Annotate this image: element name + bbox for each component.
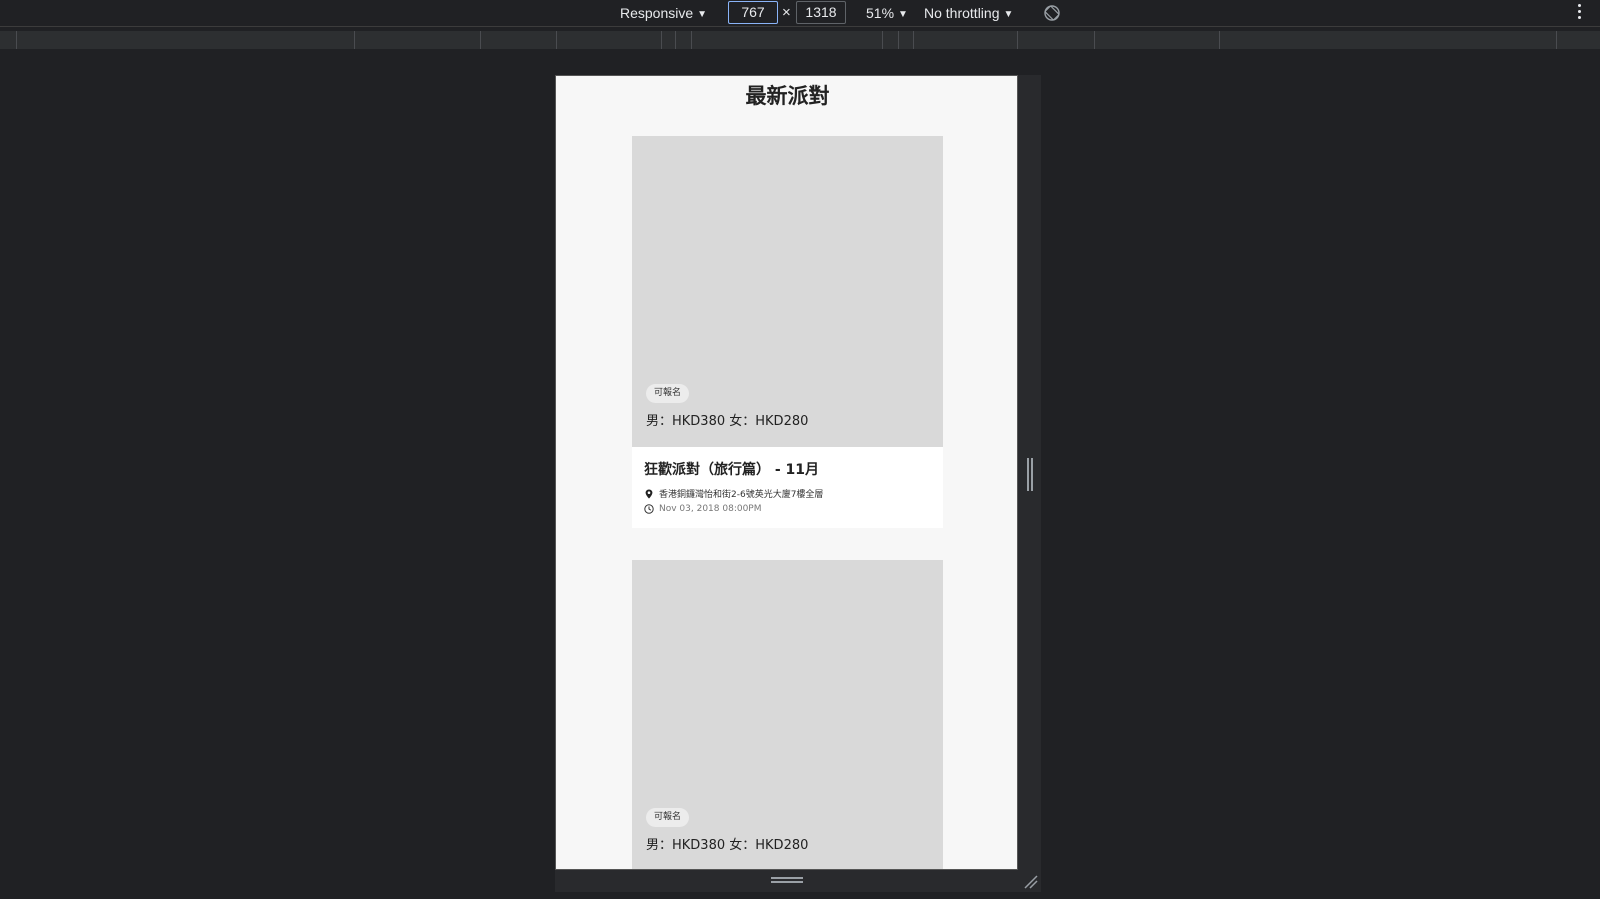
card-image-placeholder: 可報名 男：HKD380 女：HKD280	[632, 136, 943, 447]
price-text: 男：HKD380 女：HKD280	[646, 838, 809, 853]
clock-icon	[644, 503, 654, 514]
address-row: 香港銅鑼灣怡和街2-6號英光大廈7樓全層	[644, 486, 931, 501]
height-input[interactable]: 1318	[796, 1, 846, 24]
party-card[interactable]: 可報名 男：HKD380 女：HKD280	[632, 560, 943, 869]
throttling-dropdown[interactable]: No throttling ▼	[924, 3, 1013, 24]
page-title: 最新派對	[745, 84, 830, 108]
card-image-placeholder: 可報名 男：HKD380 女：HKD280	[632, 560, 943, 869]
chevron-down-icon: ▼	[697, 9, 708, 20]
status-badge: 可報名	[646, 384, 690, 403]
datetime-row: Nov 03, 2018 08:00PM	[644, 501, 931, 516]
zoom-dropdown[interactable]: 51% ▼	[866, 3, 908, 24]
more-options-icon[interactable]	[1578, 4, 1582, 22]
bottom-resize-handle[interactable]	[771, 877, 803, 883]
datetime-text: Nov 03, 2018 08:00PM	[659, 503, 762, 514]
event-title[interactable]: 狂歡派對（旅行篇） - 11月	[644, 459, 931, 479]
corner-resize-icon[interactable]	[1023, 874, 1039, 890]
status-badge: 可報名	[646, 808, 690, 827]
address-text: 香港銅鑼灣怡和街2-6號英光大廈7樓全層	[659, 490, 824, 500]
device-mode-label: Responsive	[620, 5, 694, 21]
device-toolbar: Responsive ▼ 767 × 1318 51% ▼ No throttlin…	[0, 0, 1600, 27]
rotate-icon[interactable]	[1043, 4, 1061, 22]
location-pin-icon	[645, 489, 653, 498]
throttling-label: No throttling	[924, 5, 1000, 21]
card-body: 狂歡派對（旅行篇） - 11月 香港銅鑼灣怡和街2-6號英光大廈7樓全層 Nov…	[632, 447, 943, 528]
media-query-bar	[0, 31, 1600, 49]
dimension-separator: ×	[782, 4, 791, 21]
device-mode-dropdown[interactable]: Responsive ▼	[620, 3, 707, 24]
right-resize-handle[interactable]	[1027, 458, 1033, 491]
price-text: 男：HKD380 女：HKD280	[646, 414, 809, 429]
zoom-label: 51%	[866, 5, 895, 21]
width-input[interactable]: 767	[728, 1, 778, 24]
chevron-down-icon: ▼	[1003, 9, 1014, 20]
chevron-down-icon: ▼	[898, 9, 908, 20]
device-viewport: 最新派對 可報名 男：HKD380 女：HKD280 狂歡派對（旅行篇） - 1…	[555, 75, 1018, 870]
party-card[interactable]: 可報名 男：HKD380 女：HKD280 狂歡派對（旅行篇） - 11月 香港…	[632, 136, 943, 528]
